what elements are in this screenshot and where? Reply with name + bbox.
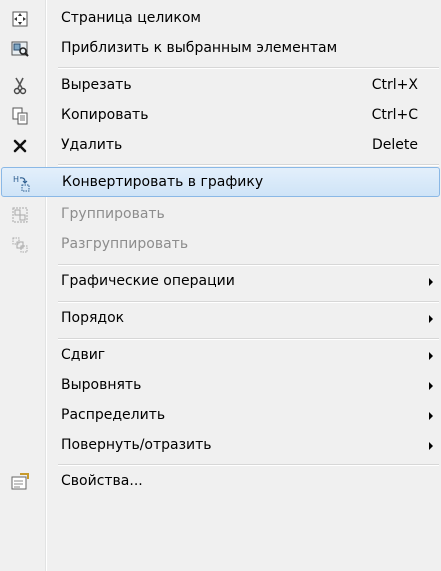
menu-item-nudge[interactable]: Сдвиг: [0, 341, 441, 371]
group-icon: [11, 206, 29, 224]
menu-item-graphic-operations[interactable]: Графические операции: [0, 267, 441, 297]
menu-item-label: Сдвиг: [61, 347, 106, 363]
svg-text:H: H: [13, 175, 19, 184]
menu-item-label: Свойства...: [61, 473, 143, 489]
menu-item-delete[interactable]: Удалить Delete: [0, 131, 441, 161]
menu-item-label: Выровнять: [61, 377, 142, 393]
menu-separator: [58, 67, 439, 69]
submenu-arrow-icon: [429, 382, 433, 390]
menu-item-zoom-to-selected[interactable]: Приблизить к выбранным элементам: [0, 34, 441, 64]
copy-icon: [11, 107, 29, 125]
menu-item-label: Повернуть/отразить: [61, 437, 212, 453]
menu-separator: [58, 164, 439, 166]
menu-item-label: Страница целиком: [61, 10, 201, 26]
menu-item-shortcut: Ctrl+X: [371, 77, 418, 93]
menu-item-label: Распределить: [61, 407, 166, 423]
context-menu: Страница целиком Приблизить к выбранным …: [0, 0, 441, 571]
menu-separator: [58, 264, 439, 266]
submenu-arrow-icon: [429, 442, 433, 450]
menu-item-shortcut: Ctrl+C: [371, 107, 418, 123]
zoom-to-selected-icon: [11, 40, 29, 58]
submenu-arrow-icon: [429, 352, 433, 360]
menu-item-cut[interactable]: Вырезать Ctrl+X: [0, 71, 441, 101]
menu-item-label: Группировать: [61, 206, 165, 222]
delete-x-icon: [11, 137, 29, 155]
ungroup-icon: [11, 236, 29, 254]
submenu-arrow-icon: [429, 278, 433, 286]
menu-item-rotate-flip[interactable]: Повернуть/отразить: [0, 431, 441, 461]
menu-separator: [58, 301, 439, 303]
menu-item-ungroup[interactable]: Разгруппировать: [0, 230, 441, 260]
menu-item-properties[interactable]: Свойства...: [0, 467, 441, 497]
menu-item-align[interactable]: Выровнять: [0, 371, 441, 401]
menu-separator: [58, 464, 439, 466]
menu-item-full-page[interactable]: Страница целиком: [0, 4, 441, 34]
menu-item-label: Разгруппировать: [61, 236, 189, 252]
menu-item-label: Приблизить к выбранным элементам: [61, 40, 338, 56]
menu-item-order[interactable]: Порядок: [0, 304, 441, 334]
menu-item-shortcut: Delete: [372, 137, 418, 153]
menu-item-label: Вырезать: [61, 77, 132, 93]
menu-item-label: Порядок: [61, 310, 125, 326]
menu-item-label: Графические операции: [61, 273, 235, 289]
menu-item-distribute[interactable]: Распределить: [0, 401, 441, 431]
submenu-arrow-icon: [429, 412, 433, 420]
menu-item-label: Копировать: [61, 107, 149, 123]
menu-separator: [58, 338, 439, 340]
menu-item-label: Конвертировать в графику: [62, 174, 264, 190]
menu-item-convert-to-graphics[interactable]: H Конвертировать в графику: [1, 167, 440, 197]
convert-to-graphics-icon: H: [13, 174, 31, 192]
scissors-icon: [11, 77, 29, 95]
menu-item-label: Удалить: [61, 137, 123, 153]
menu-item-group[interactable]: Группировать: [0, 200, 441, 230]
full-page-icon: [11, 10, 29, 28]
menu-item-copy[interactable]: Копировать Ctrl+C: [0, 101, 441, 131]
submenu-arrow-icon: [429, 315, 433, 323]
properties-icon: [11, 473, 29, 491]
